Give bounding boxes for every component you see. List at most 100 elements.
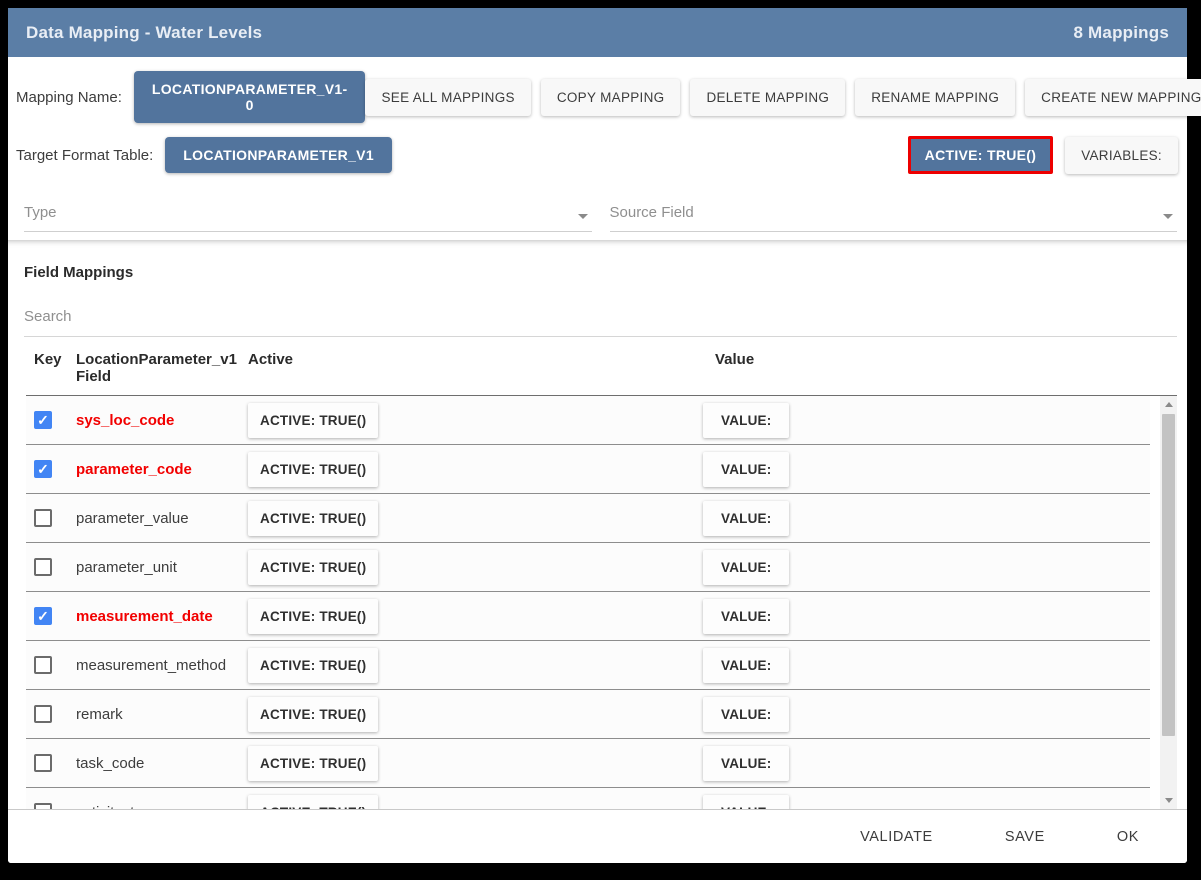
column-header-value: Value bbox=[715, 351, 755, 368]
row-value-button[interactable]: VALUE: bbox=[703, 402, 790, 438]
value-cell: VALUE: bbox=[703, 451, 1150, 487]
type-select[interactable]: Type bbox=[24, 200, 592, 232]
field-mappings-heading: Field Mappings bbox=[24, 264, 134, 281]
save-button[interactable]: SAVE bbox=[1005, 829, 1045, 845]
row-active-button[interactable]: ACTIVE: TRUE() bbox=[248, 500, 379, 536]
column-header-active: Active bbox=[248, 351, 294, 368]
variables-button[interactable]: VARIABLES: bbox=[1065, 136, 1178, 174]
see-all-mappings-button[interactable]: SEE ALL MAPPINGS bbox=[365, 78, 531, 116]
field-name-label: parameter_value bbox=[76, 509, 189, 527]
key-checkbox[interactable] bbox=[34, 558, 52, 576]
data-mapping-dialog: Data Mapping - Water Levels 8 Mappings M… bbox=[8, 8, 1201, 863]
source-field-select-placeholder: Source Field bbox=[609, 204, 694, 221]
scroll-down-icon[interactable] bbox=[1160, 792, 1177, 809]
field-name-label: parameter_code bbox=[76, 460, 192, 478]
type-select-placeholder: Type bbox=[24, 204, 57, 221]
validate-button[interactable]: VALIDATE bbox=[860, 829, 933, 845]
chevron-down-icon bbox=[577, 214, 588, 219]
row-active-button[interactable]: ACTIVE: TRUE() bbox=[248, 451, 379, 487]
key-checkbox[interactable] bbox=[34, 803, 52, 809]
key-checkbox[interactable] bbox=[34, 656, 52, 674]
key-checkbox-checked[interactable]: ✓ bbox=[34, 411, 52, 429]
mapping-name-button[interactable]: LOCATIONPARAMETER_V1-0 bbox=[133, 71, 366, 123]
row-active-button[interactable]: ACTIVE: TRUE() bbox=[248, 794, 379, 809]
key-checkbox[interactable] bbox=[34, 705, 52, 723]
target-format-button[interactable]: LOCATIONPARAMETER_V1 bbox=[165, 137, 392, 173]
row-active-button[interactable]: ACTIVE: TRUE() bbox=[248, 647, 379, 683]
key-cell bbox=[26, 754, 68, 772]
key-cell bbox=[26, 509, 68, 527]
delete-mapping-button[interactable]: DELETE MAPPING bbox=[690, 78, 846, 116]
key-cell: ✓ bbox=[26, 460, 68, 478]
toolbar-right-group: ACTIVE: TRUE() VARIABLES: bbox=[907, 136, 1178, 174]
value-cell: VALUE: bbox=[703, 696, 1150, 732]
mapping-actions: SEE ALL MAPPINGS COPY MAPPING DELETE MAP… bbox=[365, 78, 1201, 116]
value-cell: VALUE: bbox=[703, 402, 1150, 438]
row-value-button[interactable]: VALUE: bbox=[703, 696, 790, 732]
target-format-label: Target Format Table: bbox=[16, 146, 154, 164]
table-row: remark ACTIVE: TRUE() VALUE: bbox=[26, 690, 1150, 739]
mapping-name-label: Mapping Name: bbox=[16, 88, 122, 106]
key-cell bbox=[26, 803, 68, 809]
title-bar: Data Mapping - Water Levels 8 Mappings bbox=[8, 8, 1187, 57]
field-name-label: measurement_date bbox=[76, 607, 213, 625]
field-name-label: task_code bbox=[76, 754, 145, 772]
key-cell bbox=[26, 656, 68, 674]
field-name-label: measurement_method bbox=[76, 656, 227, 674]
scroll-up-icon[interactable] bbox=[1160, 396, 1177, 413]
row-active-button[interactable]: ACTIVE: TRUE() bbox=[248, 598, 379, 634]
rename-mapping-button[interactable]: RENAME MAPPING bbox=[855, 78, 1016, 116]
column-header-key: Key bbox=[34, 351, 62, 368]
row-value-button[interactable]: VALUE: bbox=[703, 549, 790, 585]
table-scroll-area: ✓ sys_loc_code ACTIVE: TRUE() VALUE: ✓ parame… bbox=[8, 396, 1187, 809]
table-row: ✓ parameter_code ACTIVE: TRUE() VALUE: bbox=[26, 445, 1150, 494]
key-cell: ✓ bbox=[26, 411, 68, 429]
key-checkbox-checked[interactable]: ✓ bbox=[34, 460, 52, 478]
key-cell bbox=[26, 558, 68, 576]
table-row: parameter_value ACTIVE: TRUE() VALUE: bbox=[26, 494, 1150, 543]
row-active-button[interactable]: ACTIVE: TRUE() bbox=[248, 745, 379, 781]
target-format-row: Target Format Table: LOCATIONPARAMETER_V… bbox=[16, 136, 1178, 174]
search-field bbox=[24, 308, 1177, 337]
table-row: parameter_unit ACTIVE: TRUE() VALUE: bbox=[26, 543, 1150, 592]
toolbar: Mapping Name: LOCATIONPARAMETER_V1-0 SEE… bbox=[8, 57, 1201, 174]
row-value-button[interactable]: VALUE: bbox=[703, 647, 790, 683]
field-name-label: remark bbox=[76, 705, 123, 723]
table-row: ✓ measurement_date ACTIVE: TRUE() VALUE: bbox=[26, 592, 1150, 641]
row-value-button[interactable]: VALUE: bbox=[703, 745, 790, 781]
field-mappings-panel: Field Mappings Key LocationParameter_v1 … bbox=[8, 240, 1187, 809]
mappings-count-badge: 8 Mappings bbox=[1073, 22, 1169, 42]
key-cell: ✓ bbox=[26, 607, 68, 625]
value-cell: VALUE: bbox=[703, 598, 1150, 634]
copy-mapping-button[interactable]: COPY MAPPING bbox=[540, 78, 681, 116]
source-field-select[interactable]: Source Field bbox=[609, 200, 1177, 232]
value-cell: VALUE: bbox=[703, 647, 1150, 683]
active-true-button[interactable]: ACTIVE: TRUE() bbox=[907, 136, 1054, 174]
row-value-button[interactable]: VALUE: bbox=[703, 794, 790, 809]
page-title: Data Mapping - Water Levels bbox=[26, 22, 263, 42]
create-new-mapping-button[interactable]: CREATE NEW MAPPING bbox=[1025, 78, 1201, 116]
field-name-label: sys_loc_code bbox=[76, 411, 175, 429]
row-active-button[interactable]: ACTIVE: TRUE() bbox=[248, 549, 379, 585]
scrollbar-thumb[interactable] bbox=[1162, 414, 1175, 736]
scrollbar[interactable] bbox=[1160, 396, 1177, 809]
row-value-button[interactable]: VALUE: bbox=[703, 451, 790, 487]
key-checkbox-checked[interactable]: ✓ bbox=[34, 607, 52, 625]
mapping-name-row: Mapping Name: LOCATIONPARAMETER_V1-0 SEE… bbox=[16, 71, 1201, 123]
table-header: Key LocationParameter_v1 Field Active Va… bbox=[26, 337, 1177, 396]
row-value-button[interactable]: VALUE: bbox=[703, 598, 790, 634]
row-value-button[interactable]: VALUE: bbox=[703, 500, 790, 536]
value-cell: VALUE: bbox=[703, 745, 1150, 781]
row-active-button[interactable]: ACTIVE: TRUE() bbox=[248, 696, 379, 732]
table-body: ✓ sys_loc_code ACTIVE: TRUE() VALUE: ✓ parame… bbox=[26, 396, 1150, 809]
table-row: activity_type ACTIVE: TRUE() VALUE: bbox=[26, 788, 1150, 809]
ok-button[interactable]: OK bbox=[1117, 829, 1139, 845]
table-row: measurement_method ACTIVE: TRUE() VALUE: bbox=[26, 641, 1150, 690]
key-checkbox[interactable] bbox=[34, 754, 52, 772]
filter-row: Type Source Field bbox=[8, 174, 1187, 232]
key-checkbox[interactable] bbox=[34, 509, 52, 527]
footer-bar: VALIDATE SAVE OK bbox=[8, 809, 1187, 863]
value-cell: VALUE: bbox=[703, 500, 1150, 536]
row-active-button[interactable]: ACTIVE: TRUE() bbox=[248, 402, 379, 438]
search-input[interactable] bbox=[24, 308, 1177, 325]
